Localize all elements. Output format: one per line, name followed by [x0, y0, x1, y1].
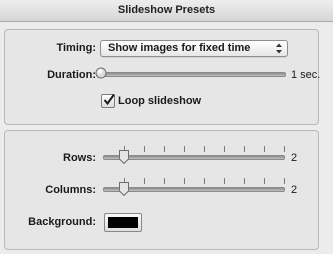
rows-tick [264, 146, 265, 152]
window-title: Slideshow Presets [0, 0, 333, 22]
rows-tick [244, 146, 245, 152]
columns-slider-track[interactable] [103, 187, 285, 192]
background-color-well[interactable] [104, 213, 142, 232]
columns-tick [244, 178, 245, 184]
background-color-swatch [108, 217, 138, 228]
rows-tick [164, 146, 165, 152]
timing-label: Timing: [56, 42, 96, 54]
columns-value: 2 [291, 184, 298, 196]
columns-tick [224, 178, 225, 184]
columns-tick [164, 178, 165, 184]
background-label: Background: [28, 216, 96, 228]
columns-slider-knob[interactable] [118, 181, 130, 197]
loop-label[interactable]: Loop slideshow [118, 95, 201, 107]
rows-slider-knob[interactable] [118, 149, 130, 165]
rows-tick [204, 146, 205, 152]
columns-label: Columns: [45, 184, 96, 196]
rows-slider-track[interactable] [103, 155, 285, 160]
columns-tick [144, 178, 145, 184]
duration-value: 1 sec. [291, 69, 321, 81]
up-down-arrows-icon [276, 43, 282, 54]
rows-value: 2 [291, 152, 298, 164]
timing-popup[interactable]: Show images for fixed time [100, 40, 288, 57]
rows-tick [144, 146, 145, 152]
loop-checkbox[interactable] [101, 93, 115, 108]
rows-tick [284, 146, 285, 152]
columns-tick [284, 178, 285, 184]
columns-tick [184, 178, 185, 184]
columns-tick [264, 178, 265, 184]
duration-label: Duration: [47, 69, 96, 81]
checkmark-icon [103, 93, 115, 106]
duration-slider-knob[interactable] [95, 67, 107, 79]
rows-label: Rows: [63, 152, 96, 164]
columns-tick [204, 178, 205, 184]
timing-popup-value: Show images for fixed time [108, 42, 251, 54]
duration-slider-track[interactable] [96, 72, 286, 77]
rows-tick [184, 146, 185, 152]
rows-tick [224, 146, 225, 152]
